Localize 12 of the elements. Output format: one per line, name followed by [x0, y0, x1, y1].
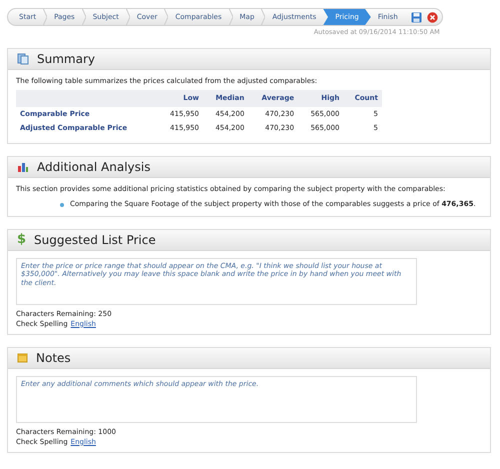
bar-chart-icon — [17, 160, 29, 173]
close-button[interactable] — [426, 12, 438, 22]
panel-title: Summary — [37, 50, 95, 68]
documents-icon — [17, 52, 29, 65]
panel-title: Notes — [36, 350, 71, 367]
panel-title: Additional Analysis — [37, 158, 150, 176]
dollar-icon: $ — [17, 233, 26, 246]
panel-title: Suggested List Price — [34, 232, 156, 249]
save-button[interactable] — [410, 12, 422, 22]
close-icon — [426, 12, 438, 22]
note-icon — [17, 352, 28, 364]
bullet-icon — [60, 202, 64, 206]
